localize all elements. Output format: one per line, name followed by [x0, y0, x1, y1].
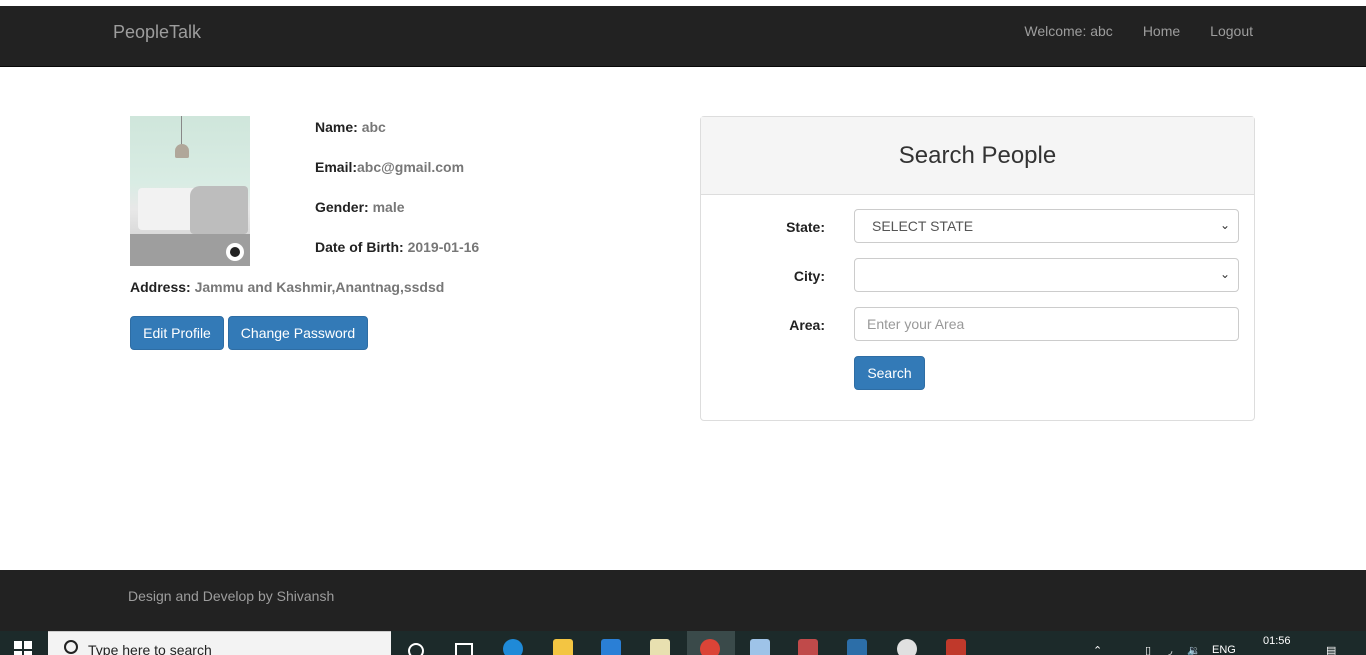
taskbar-search-box[interactable]: Type here to search — [48, 631, 391, 655]
tray-battery-icon[interactable]: ▯ — [1145, 644, 1151, 655]
profile-photo — [130, 116, 250, 266]
area-input-placeholder: Enter your Area — [867, 316, 965, 332]
git-icon[interactable] — [798, 639, 818, 655]
top-navbar: PeopleTalk Welcome: abc Home Logout — [0, 6, 1366, 67]
chrome-icon[interactable] — [700, 639, 720, 655]
photo-blanket — [190, 186, 248, 234]
name-value: abc — [361, 119, 386, 135]
taskbar-search-placeholder: Type here to search — [88, 642, 212, 655]
search-button[interactable]: Search — [854, 356, 925, 390]
dob-label: Date of Birth: — [315, 239, 404, 255]
dob-value: 2019-01-16 — [407, 239, 480, 255]
app-cube-icon[interactable] — [750, 639, 770, 655]
nav-right-group: Welcome: abc Home Logout — [1024, 23, 1253, 39]
state-select-value: SELECT STATE — [872, 218, 974, 234]
photo-lamp-wire — [181, 116, 182, 146]
windows-taskbar: Type here to search ⌃ ▯ ◞ 🔉 ENG 01:56 ▤ — [0, 631, 1366, 655]
search-people-panel: Search People State: SELECT STATE ⌄ City… — [700, 116, 1255, 421]
edge-icon[interactable] — [503, 639, 523, 655]
profile-dob: Date of Birth: 2019-01-16 — [315, 239, 479, 255]
cortana-icon[interactable] — [408, 643, 424, 655]
windows-start-icon[interactable] — [14, 641, 32, 655]
page-footer: Design and Develop by Shivansh — [0, 570, 1366, 631]
java-icon[interactable] — [946, 639, 966, 655]
welcome-text: Welcome: abc — [1024, 23, 1113, 39]
profile-badge-icon — [226, 243, 244, 261]
tray-language[interactable]: ENG — [1212, 644, 1236, 655]
photo-lamp — [175, 144, 189, 158]
tray-volume-icon[interactable]: 🔉 — [1187, 644, 1201, 655]
area-label: Area: — [789, 317, 825, 333]
address-value: Jammu and Kashmir,Anantnag,ssdsd — [194, 279, 445, 295]
chevron-down-icon: ⌄ — [1219, 267, 1230, 281]
email-label: Email: — [315, 159, 358, 175]
tray-chevron-up-icon[interactable]: ⌃ — [1093, 644, 1102, 655]
tray-wifi-icon[interactable]: ◞ — [1168, 644, 1172, 655]
gender-value: male — [372, 199, 405, 215]
logout-link[interactable]: Logout — [1210, 23, 1253, 39]
state-select[interactable]: SELECT STATE ⌄ — [854, 209, 1239, 243]
file-explorer-icon[interactable] — [553, 639, 573, 655]
edit-profile-button[interactable]: Edit Profile — [130, 316, 224, 350]
change-password-button[interactable]: Change Password — [228, 316, 368, 350]
profile-name: Name: abc — [315, 119, 386, 135]
footer-credit: Design and Develop by Shivansh — [128, 588, 335, 604]
mysql-icon[interactable] — [847, 639, 867, 655]
tray-clock[interactable]: 01:56 — [1263, 635, 1291, 647]
brand-link[interactable]: PeopleTalk — [113, 22, 201, 43]
mail-icon[interactable] — [601, 639, 621, 655]
chevron-down-icon: ⌄ — [1219, 218, 1230, 232]
task-view-icon[interactable] — [455, 643, 473, 655]
state-label: State: — [786, 219, 825, 235]
email-value: abc@gmail.com — [357, 159, 465, 175]
search-panel-title: Search People — [701, 117, 1254, 195]
city-select[interactable]: ⌄ — [854, 258, 1239, 292]
address-label: Address: — [130, 279, 191, 295]
city-label: City: — [793, 268, 825, 284]
home-link[interactable]: Home — [1143, 23, 1180, 39]
search-icon — [64, 640, 78, 654]
profile-address: Address: Jammu and Kashmir,Anantnag,ssds… — [130, 279, 444, 295]
area-input[interactable]: Enter your Area — [854, 307, 1239, 341]
app-gauge-icon[interactable] — [897, 639, 917, 655]
profile-gender: Gender: male — [315, 199, 405, 215]
gender-label: Gender: — [315, 199, 369, 215]
notepad-icon[interactable] — [650, 639, 670, 655]
notification-icon[interactable]: ▤ — [1326, 644, 1336, 655]
profile-email: Email:abc@gmail.com — [315, 159, 464, 175]
name-label: Name: — [315, 119, 358, 135]
